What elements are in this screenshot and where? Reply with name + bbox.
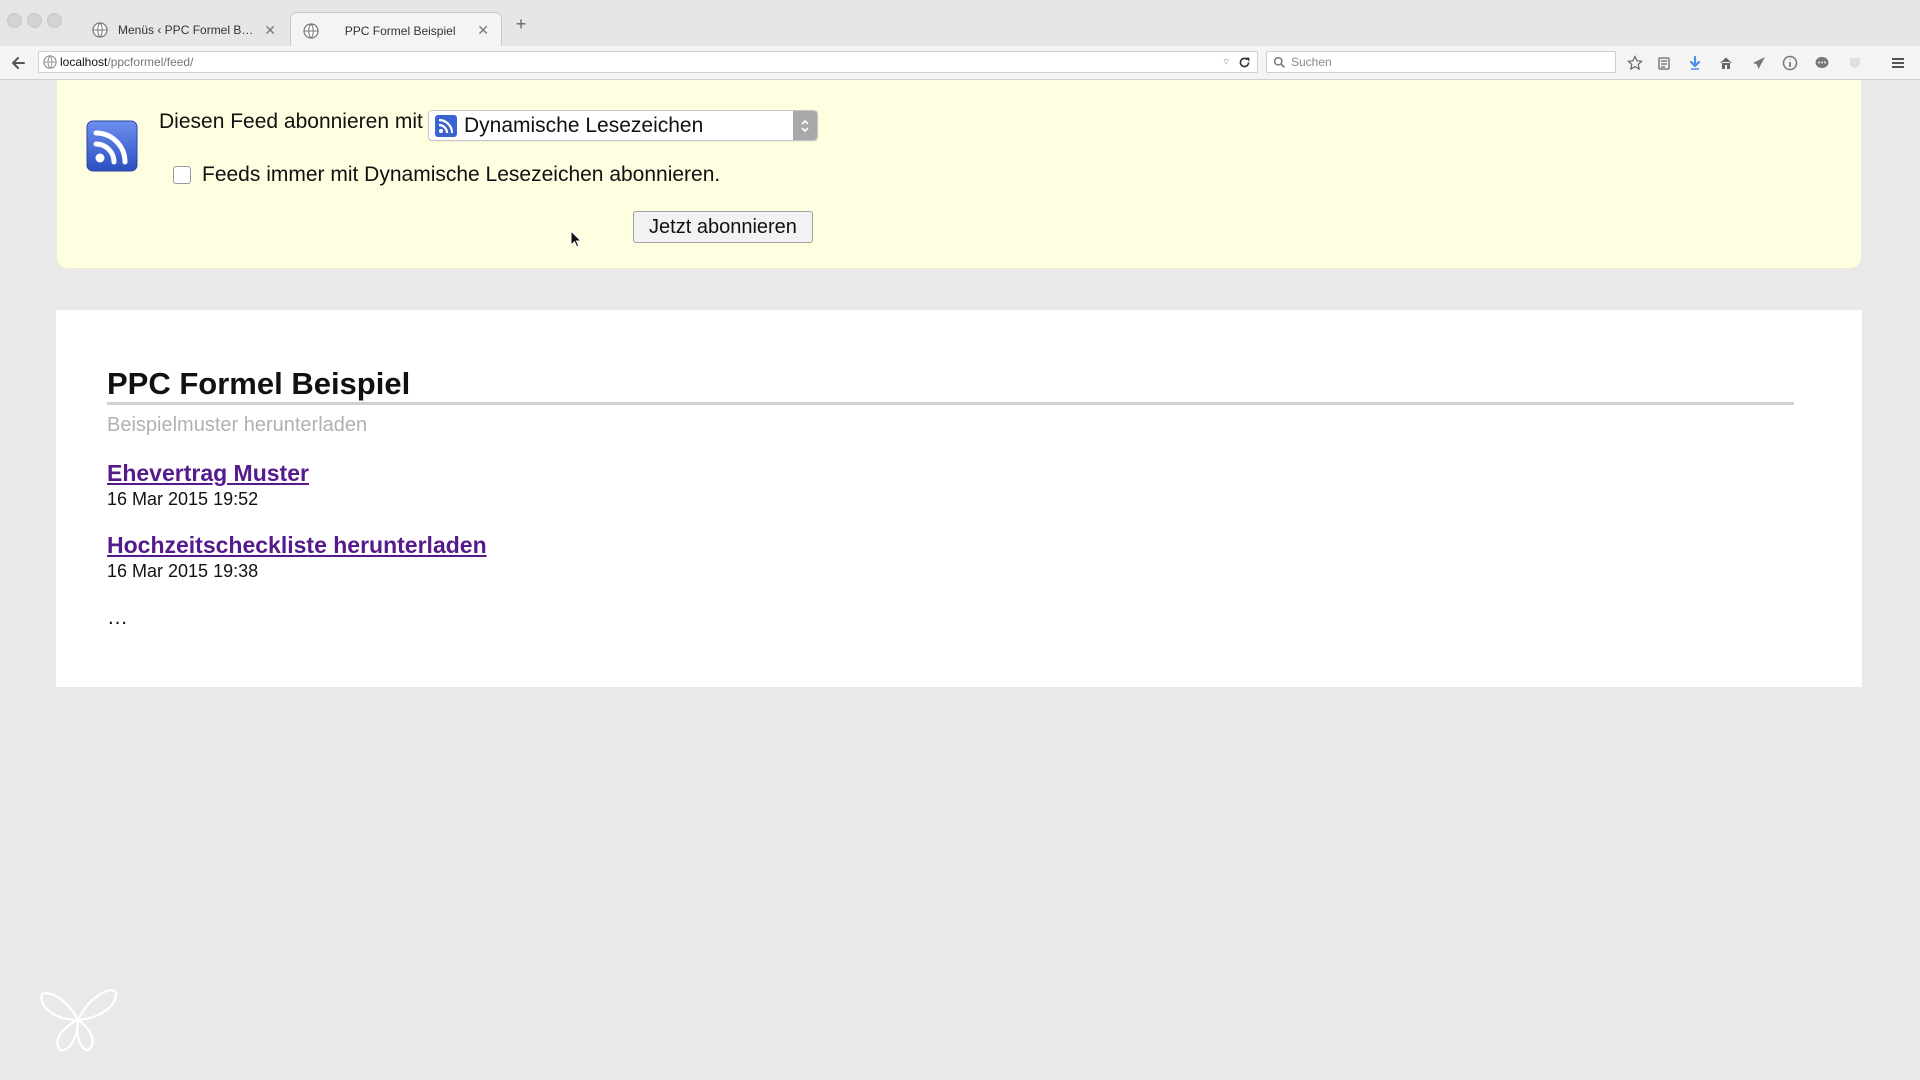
close-tab-icon[interactable]: ✕ [264, 22, 276, 39]
zoom-window-button[interactable] [47, 13, 62, 28]
feed-title: PPC Formel Beispiel [107, 366, 411, 401]
nav-toolbar: localhost/ppcformel/feed/ ▿ Suchen [0, 46, 1920, 80]
hamburger-menu-icon [1892, 58, 1904, 68]
tab-ppc-formel[interactable]: PPC Formel Beispiel ✕ [290, 12, 502, 48]
butterfly-logo-icon [40, 989, 118, 1052]
up-down-chevron-icon [801, 119, 809, 132]
close-window-button[interactable] [7, 13, 22, 28]
reload-icon[interactable] [1238, 56, 1251, 69]
always-subscribe-label[interactable]: Feeds immer mit Dynamische Lesezeichen a… [202, 163, 720, 187]
entry-date: 16 Mar 2015 19:52 [107, 489, 259, 509]
minimize-window-button[interactable] [27, 13, 42, 28]
feed-reader-selected-value: Dynamische Lesezeichen [464, 113, 704, 137]
chat-button[interactable] [1810, 51, 1834, 75]
rss-feed-icon [86, 120, 138, 172]
shield-icon [1850, 58, 1860, 68]
globe-icon [92, 22, 108, 38]
rss-feed-icon [435, 114, 457, 137]
back-button[interactable] [6, 51, 30, 75]
entry-date: 16 Mar 2015 19:38 [107, 561, 259, 581]
downloads-button[interactable] [1683, 51, 1707, 75]
entry-link-hochzeitscheckliste[interactable]: Hochzeitscheckliste herunterladen [107, 532, 487, 559]
home-icon [1720, 57, 1732, 69]
globe-icon [303, 22, 319, 39]
entry-link-ehevertrag[interactable]: Ehevertrag Muster [107, 460, 309, 487]
share-button[interactable] [1747, 51, 1771, 75]
globe-icon [43, 55, 57, 69]
search-input[interactable]: Suchen [1291, 52, 1332, 72]
new-tab-button[interactable]: + [510, 12, 532, 36]
close-tab-icon[interactable]: ✕ [477, 22, 489, 39]
search-icon [1273, 56, 1285, 68]
subscribe-now-button[interactable]: Jetzt abonnieren [633, 211, 813, 243]
url-path: /ppcformel/feed/ [107, 55, 194, 69]
feed-subtitle: Beispielmuster herunterladen [107, 414, 368, 436]
speech-bubble-icon [1815, 57, 1829, 68]
home-button[interactable] [1714, 51, 1738, 75]
star-icon [1627, 55, 1643, 71]
more-entries-ellipsis: … [107, 606, 128, 629]
bookmark-star-button[interactable] [1623, 51, 1647, 75]
tab-title: Menüs ‹ PPC Formel Beispi... [118, 23, 258, 37]
url-host: localhost [60, 55, 108, 69]
subscribe-with-label: Diesen Feed abonnieren mit [159, 110, 423, 133]
dropdown-icon[interactable]: ▿ [1223, 52, 1229, 72]
clipboard-icon [1658, 57, 1670, 70]
bookmarks-button[interactable] [1652, 51, 1676, 75]
back-arrow-icon [12, 57, 25, 69]
info-icon [1782, 55, 1798, 71]
tab-title: PPC Formel Beispiel [344, 23, 456, 38]
always-subscribe-checkbox[interactable] [173, 166, 191, 184]
select-arrows-icon[interactable] [793, 111, 817, 140]
pocket-button[interactable] [1843, 51, 1867, 75]
url-bar[interactable]: localhost/ppcformel/feed/ ▿ [38, 51, 1258, 73]
search-bar[interactable]: Suchen [1266, 51, 1616, 73]
title-divider [107, 402, 1794, 405]
paper-plane-icon [1753, 57, 1765, 69]
download-arrow-icon [1689, 55, 1701, 70]
tab-bar: Menüs ‹ PPC Formel Beispi... ✕ PPC Forme… [0, 0, 1920, 48]
menu-button[interactable] [1886, 51, 1910, 75]
feed-reader-select[interactable]: Dynamische Lesezeichen [428, 110, 818, 141]
tab-menus[interactable]: Menüs ‹ PPC Formel Beispi... ✕ [80, 12, 288, 48]
info-button[interactable] [1778, 51, 1802, 75]
mouse-cursor-icon [570, 230, 582, 248]
